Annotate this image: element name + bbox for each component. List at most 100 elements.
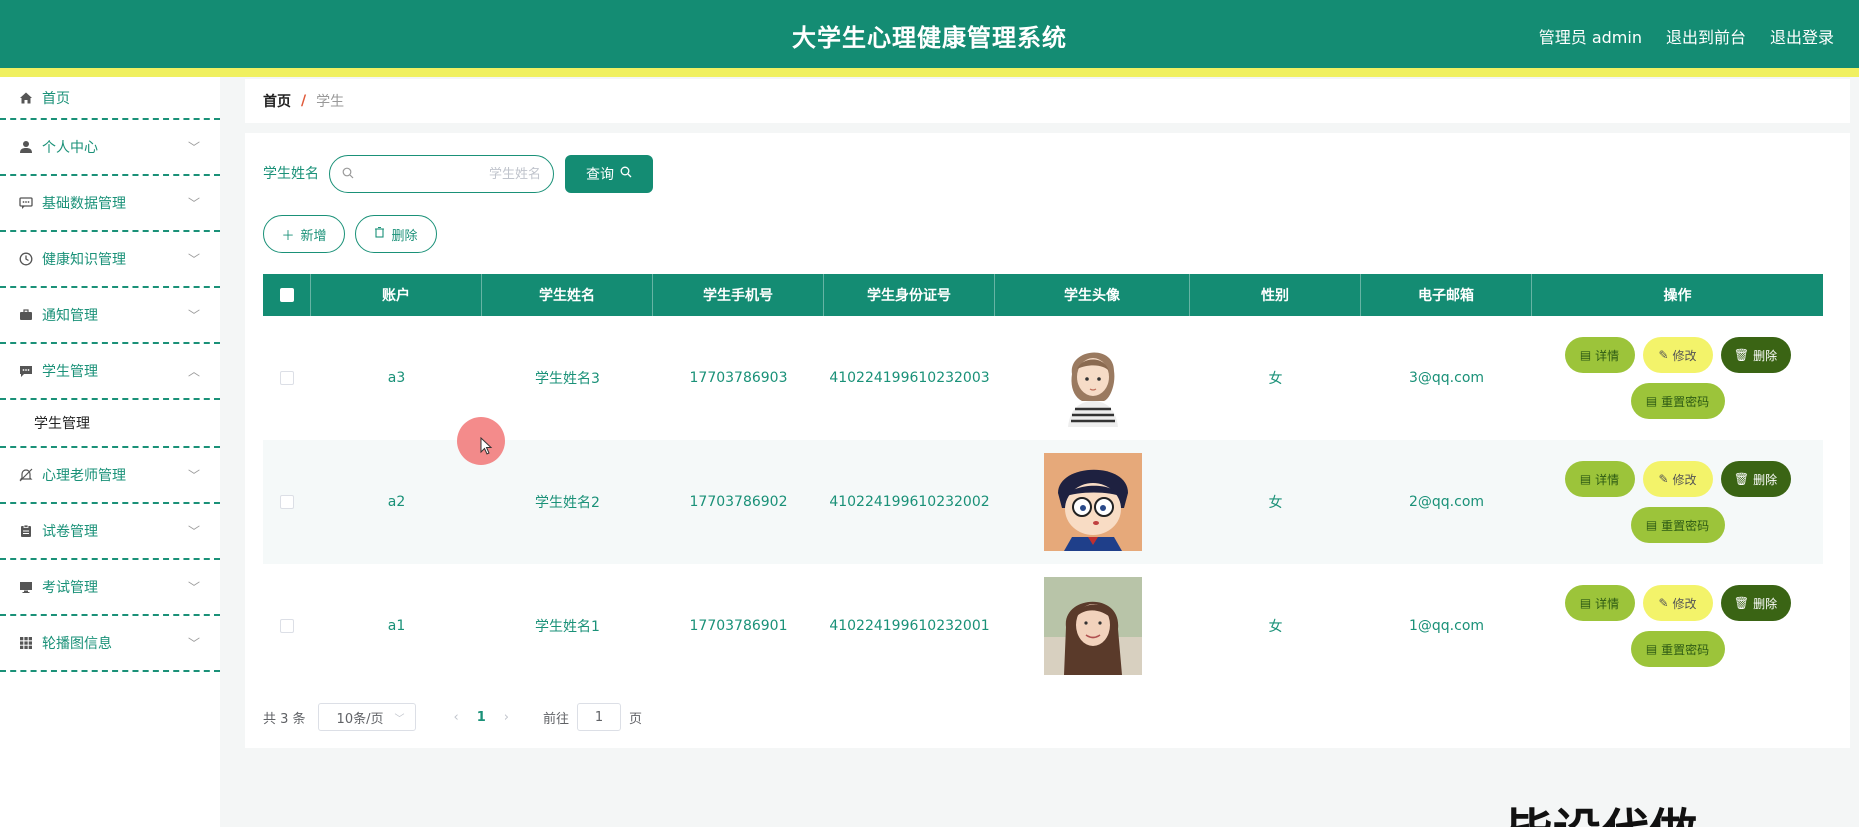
- edit-button[interactable]: ✎ 修改: [1642, 585, 1713, 621]
- prev-page-icon[interactable]: ‹: [454, 710, 459, 725]
- ops-line: ▤ 详情 ✎ 修改 🗑 删除: [1564, 585, 1791, 621]
- row-checkbox[interactable]: [280, 619, 294, 633]
- document-icon: ▤: [1579, 472, 1592, 486]
- grid-icon: [18, 635, 34, 651]
- edit-button[interactable]: ✎ 修改: [1642, 461, 1713, 497]
- sidebar-item-carousel[interactable]: 轮播图信息 ﹀: [0, 616, 220, 672]
- id-cell: 410224199610232002: [829, 494, 990, 510]
- sidebar-item-label: 个人中心: [42, 140, 98, 156]
- student-table: 账户 学生姓名 学生手机号 学生身份证号 学生头像 性别 电子邮箱 操作 a3 …: [263, 274, 1823, 688]
- select-all-cell: [263, 274, 311, 316]
- reset-password-button[interactable]: ▤ 重置密码: [1630, 383, 1725, 419]
- home-icon: [18, 90, 34, 106]
- clipboard-icon: [18, 523, 34, 539]
- watermark-text: 毕设代做: [1505, 808, 1697, 827]
- name-cell: 学生姓名1: [535, 619, 600, 635]
- sidebar-item-home[interactable]: 首页: [0, 77, 220, 120]
- trash-icon: 🗑: [1733, 472, 1750, 486]
- breadcrumb-current: 学生: [316, 94, 345, 110]
- sidebar-item-personal-center[interactable]: 个人中心 ﹀: [0, 120, 220, 176]
- row-check-cell: [263, 316, 311, 440]
- exit-to-frontend-link[interactable]: 退出到前台: [1666, 24, 1746, 48]
- phone-cell: 17703786903: [689, 370, 788, 386]
- delete-button[interactable]: 🗑 删除: [1720, 461, 1791, 497]
- reset-password-button[interactable]: ▤ 重置密码: [1630, 631, 1725, 667]
- sidebar-item-notice[interactable]: 通知管理 ﹀: [0, 288, 220, 344]
- column-header: 学生头像: [995, 274, 1190, 316]
- ops-line: ▤ 详情 ✎ 修改 🗑 删除: [1564, 337, 1791, 373]
- pencil-icon: ✎: [1658, 348, 1669, 362]
- ops-cell: ▤ 详情 ✎ 修改 🗑 删除 ▤ 重置密码: [1532, 440, 1823, 564]
- detail-button[interactable]: ▤ 详情: [1564, 585, 1635, 621]
- admin-user-link[interactable]: 管理员 admin: [1539, 24, 1642, 48]
- batch-delete-button[interactable]: 删除: [355, 215, 437, 253]
- sidebar-item-label: 基础数据管理: [42, 196, 126, 212]
- detail-label: 详情: [1595, 348, 1620, 363]
- breadcrumb-home[interactable]: 首页: [263, 91, 291, 111]
- select-all-checkbox[interactable]: [279, 288, 294, 302]
- phone-cell: 17703786901: [689, 618, 788, 634]
- message-icon: [18, 363, 34, 379]
- email-cell: 2@qq.com: [1408, 494, 1485, 510]
- avatar-woman-photo[interactable]: [1043, 577, 1142, 675]
- document-icon: ▤: [1645, 518, 1658, 532]
- row-checkbox[interactable]: [280, 371, 294, 385]
- header-stripe: [0, 68, 1859, 77]
- edit-label: 修改: [1672, 596, 1697, 611]
- gender-cell: 女: [1268, 371, 1283, 387]
- top-navbar: 大学生心理健康管理系统 管理员 admin 退出到前台 退出登录: [0, 0, 1859, 68]
- chevron-down-icon: ﹀: [187, 524, 200, 539]
- sidebar-item-exam[interactable]: 考试管理 ﹀: [0, 560, 220, 616]
- sidebar-item-exam-paper[interactable]: 试卷管理 ﹀: [0, 504, 220, 560]
- ops-cell: ▤ 详情 ✎ 修改 🗑 删除 ▤ 重置密码: [1532, 316, 1823, 440]
- sidebar-item-label: 轮播图信息: [42, 636, 112, 652]
- delete-button[interactable]: 🗑 删除: [1720, 585, 1791, 621]
- account-cell: a2: [387, 494, 406, 510]
- edit-label: 修改: [1672, 472, 1697, 487]
- page-number[interactable]: 1: [477, 710, 486, 725]
- sidebar-item-label: 通知管理: [42, 308, 98, 324]
- edit-label: 修改: [1672, 348, 1697, 363]
- query-button[interactable]: 查询: [565, 155, 653, 193]
- plus-icon: ＋: [281, 228, 295, 244]
- student-name-search-input[interactable]: [362, 166, 541, 182]
- delete-button[interactable]: 🗑 删除: [1720, 337, 1791, 373]
- reset-password-button[interactable]: ▤ 重置密码: [1630, 507, 1725, 543]
- next-page-icon[interactable]: ›: [504, 710, 509, 725]
- avatar-girl-cartoon[interactable]: [1043, 329, 1142, 427]
- id-cell: 410224199610232001: [829, 618, 990, 634]
- detail-button[interactable]: ▤ 详情: [1564, 337, 1635, 373]
- logout-link[interactable]: 退出登录: [1770, 24, 1834, 48]
- monitor-icon: [18, 579, 34, 595]
- page-size-select[interactable]: 10条/页 ﹀: [317, 703, 416, 731]
- chevron-down-icon: ﹀: [394, 713, 405, 725]
- detail-label: 详情: [1595, 472, 1620, 487]
- table-row: a3 学生姓名3 17703786903 410224199610232003 …: [263, 316, 1823, 440]
- ops-line: ▤ 详情 ✎ 修改 🗑 删除: [1564, 461, 1791, 497]
- sidebar-item-basic-data[interactable]: 基础数据管理 ﹀: [0, 176, 220, 232]
- search-icon: [342, 167, 354, 182]
- search-input-wrapper: [329, 155, 554, 193]
- document-icon: ▤: [1645, 394, 1658, 408]
- pencil-icon: ✎: [1658, 472, 1669, 486]
- chevron-up-icon: ︿: [187, 364, 200, 379]
- ops-cell: ▤ 详情 ✎ 修改 🗑 删除 ▤ 重置密码: [1532, 564, 1823, 688]
- sidebar-item-label: 首页: [42, 90, 70, 107]
- search-label: 学生姓名: [263, 166, 319, 182]
- phone-cell: 17703786902: [689, 494, 788, 510]
- add-button[interactable]: ＋ 新增: [263, 215, 345, 253]
- goto-page-input[interactable]: [577, 703, 622, 731]
- row-checkbox[interactable]: [280, 495, 294, 509]
- avatar-cell: [995, 316, 1190, 440]
- sidebar-item-label: 考试管理: [42, 580, 98, 596]
- sidebar-item-teacher[interactable]: 心理老师管理 ﹀: [0, 448, 220, 504]
- sidebar-item-student[interactable]: 学生管理 ︿: [0, 344, 220, 400]
- avatar-boy-cartoon[interactable]: [1043, 453, 1142, 551]
- detail-button[interactable]: ▤ 详情: [1564, 461, 1635, 497]
- document-icon: ▤: [1579, 348, 1592, 362]
- account-cell: a3: [387, 370, 406, 386]
- clock-icon: [18, 251, 34, 267]
- sidebar-subitem-student-manage[interactable]: 学生管理: [0, 400, 220, 448]
- edit-button[interactable]: ✎ 修改: [1642, 337, 1713, 373]
- sidebar-item-health-knowledge[interactable]: 健康知识管理 ﹀: [0, 232, 220, 288]
